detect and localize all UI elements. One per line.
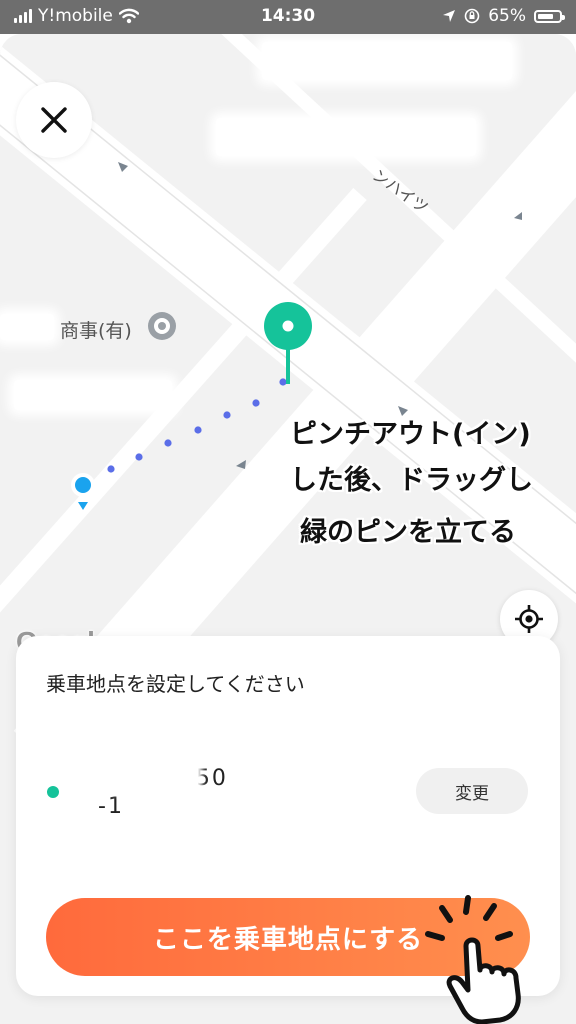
close-button[interactable] (16, 82, 92, 158)
battery-icon (534, 9, 565, 23)
status-right: 65% (442, 6, 565, 26)
redacted-area (14, 380, 172, 410)
instruction-line-3: 緑のピンを立てる (300, 517, 516, 548)
address-dot-icon (47, 786, 59, 798)
poi-label: 商事(有) (60, 320, 132, 342)
card-title: 乗車地点を設定してください (46, 672, 305, 696)
crosshair-icon (515, 605, 543, 633)
redacted-area (216, 118, 476, 156)
status-bar: Y!mobile 14:30 65% (0, 0, 576, 34)
change-button[interactable]: 変更 (416, 768, 528, 814)
address-line-2: -1 (98, 794, 124, 819)
redacted-area (98, 762, 198, 790)
battery-percent: 65% (488, 6, 526, 26)
tap-hand-icon (425, 895, 521, 1024)
instruction-line-1: ピンチアウト(イン) (290, 419, 531, 450)
poi-marker-icon[interactable] (148, 312, 176, 340)
instruction-line-2: した後、ドラッグし (290, 465, 533, 496)
redacted-area (262, 42, 512, 80)
orientation-lock-icon (464, 8, 480, 24)
location-arrow-icon (443, 10, 456, 22)
close-icon (41, 107, 67, 133)
redacted-area (0, 314, 54, 340)
